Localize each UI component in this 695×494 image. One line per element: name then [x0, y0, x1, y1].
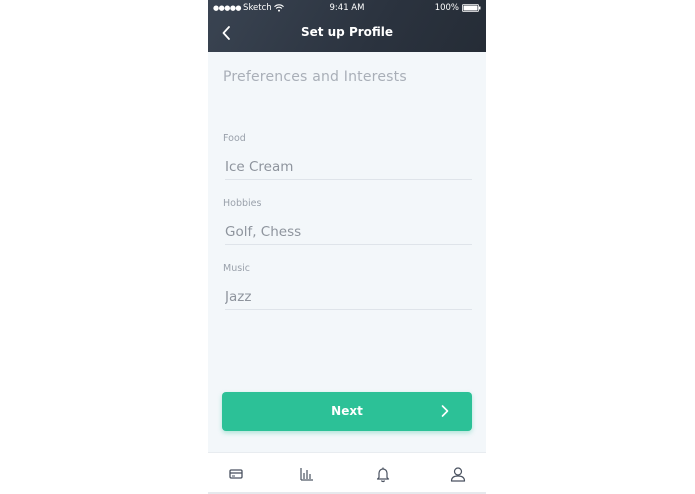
page-title: Set up Profile	[300, 25, 394, 39]
tab-profile[interactable]	[449, 465, 467, 483]
food-input[interactable]	[225, 155, 472, 180]
music-field: Music	[223, 263, 472, 310]
battery-percent: 100%	[434, 3, 459, 13]
status-bar: ●●●●● Sketch 9:41 AM 100%	[208, 0, 486, 16]
hobbies-input[interactable]	[225, 220, 472, 245]
tab-bar	[208, 452, 486, 494]
food-field: Food	[223, 133, 472, 180]
food-label: Food	[223, 133, 246, 144]
status-right: 100%	[435, 3, 481, 13]
music-input[interactable]	[225, 285, 472, 310]
tab-notifications[interactable]	[374, 465, 392, 483]
user-icon	[450, 467, 466, 482]
tab-stats[interactable]	[298, 465, 316, 483]
hobbies-label: Hobbies	[223, 198, 262, 209]
chevron-right-icon	[441, 405, 449, 417]
music-label: Music	[223, 263, 251, 274]
phone-screen: ●●●●● Sketch 9:41 AM 100% Set up Profile…	[208, 0, 486, 494]
next-button[interactable]: Next	[222, 392, 472, 431]
header: ●●●●● Sketch 9:41 AM 100% Set up Profile	[208, 0, 486, 52]
card-icon	[229, 469, 243, 479]
battery-icon	[462, 4, 481, 12]
nav-bar: Set up Profile	[208, 16, 486, 50]
hobbies-field: Hobbies	[223, 198, 472, 245]
tab-card[interactable]	[227, 465, 245, 483]
bell-icon	[376, 467, 390, 483]
section-title: Preferences and Interests	[223, 69, 407, 85]
chart-icon	[300, 468, 313, 481]
next-button-label: Next	[331, 404, 363, 418]
